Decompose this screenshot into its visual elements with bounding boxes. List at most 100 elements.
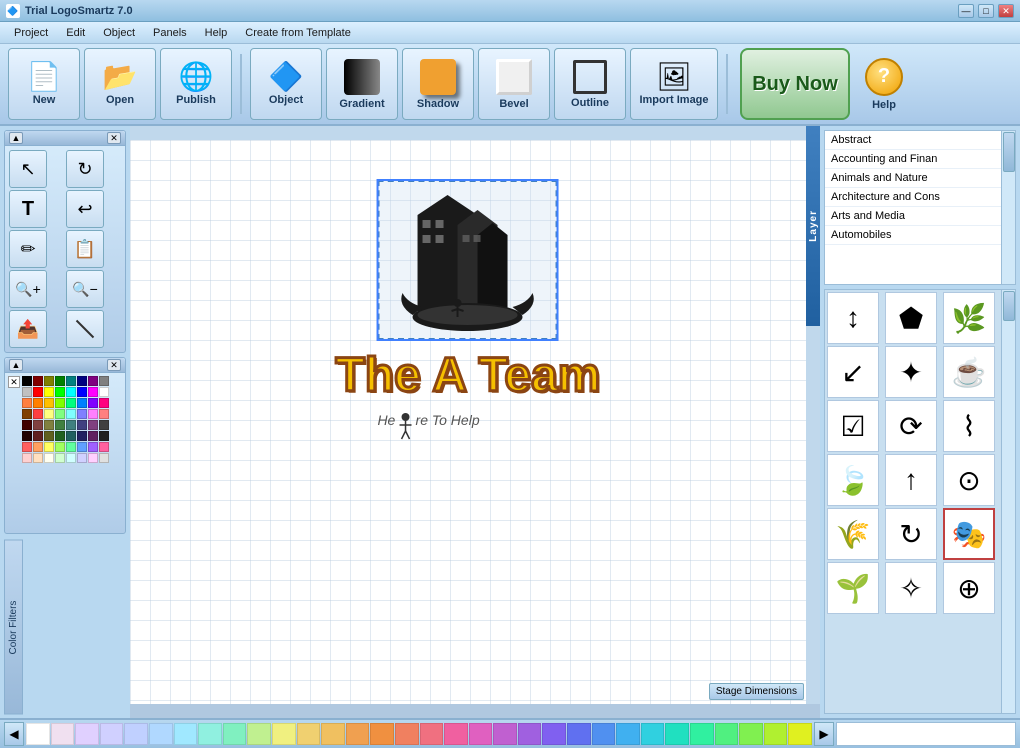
toolbar-shadow-button[interactable]: Shadow — [402, 48, 474, 120]
color-swatch[interactable] — [22, 398, 32, 408]
color-swatch[interactable] — [66, 431, 76, 441]
bottom-swatch-9[interactable] — [247, 723, 271, 745]
color-swatch[interactable] — [88, 409, 98, 419]
color-swatch[interactable] — [22, 387, 32, 397]
color-swatch[interactable] — [22, 376, 32, 386]
color-swatch[interactable] — [44, 387, 54, 397]
tool-rotate[interactable]: ↻ — [66, 150, 104, 188]
color-swatch[interactable] — [99, 409, 109, 419]
tool-zoom-in[interactable]: 🔍+ — [9, 270, 47, 308]
color-swatch[interactable] — [44, 398, 54, 408]
tool-line[interactable] — [66, 310, 104, 348]
color-swatch[interactable] — [44, 376, 54, 386]
bottom-swatch-8[interactable] — [223, 723, 247, 745]
bottom-swatch-23[interactable] — [592, 723, 616, 745]
symbol-cell-17[interactable]: ⊕ — [943, 562, 995, 614]
symbol-cell-11[interactable]: ⊙ — [943, 454, 995, 506]
color-swatch[interactable] — [88, 431, 98, 441]
symbol-cell-7[interactable]: ⟳ — [885, 400, 937, 452]
symbol-scrollbar-thumb[interactable] — [1003, 291, 1015, 321]
symbol-cell-2[interactable]: 🌿 — [943, 292, 995, 344]
color-swatch[interactable] — [77, 387, 87, 397]
color-swatch[interactable] — [55, 376, 65, 386]
bottom-swatch-30[interactable] — [764, 723, 788, 745]
color-swatch[interactable] — [66, 398, 76, 408]
menu-edit[interactable]: Edit — [58, 25, 93, 41]
color-swatch[interactable] — [33, 398, 43, 408]
close-button[interactable]: ✕ — [998, 4, 1014, 18]
bottom-swatch-15[interactable] — [395, 723, 419, 745]
color-swatch[interactable] — [44, 453, 54, 463]
category-item-0[interactable]: Abstract — [825, 131, 1015, 150]
color-swatch[interactable] — [77, 376, 87, 386]
bottom-swatch-5[interactable] — [149, 723, 173, 745]
bottom-swatch-1[interactable] — [51, 723, 75, 745]
bottom-swatch-21[interactable] — [542, 723, 566, 745]
buy-now-button[interactable]: Buy Now — [740, 48, 850, 120]
bottom-swatch-10[interactable] — [272, 723, 296, 745]
symbol-cell-5[interactable]: ☕ — [943, 346, 995, 398]
color-swatch[interactable] — [99, 453, 109, 463]
color-swatch[interactable] — [33, 420, 43, 430]
toolbar-bevel-button[interactable]: Bevel — [478, 48, 550, 120]
bottom-swatch-17[interactable] — [444, 723, 468, 745]
color-swatch[interactable] — [55, 442, 65, 452]
bottom-swatch-25[interactable] — [641, 723, 665, 745]
tools-collapse-button[interactable]: ▲ — [9, 132, 23, 144]
tool-text[interactable]: T — [9, 190, 47, 228]
symbol-cell-15[interactable]: 🌱 — [827, 562, 879, 614]
toolbar-import-image-button[interactable]: 🖼 Import Image — [630, 48, 718, 120]
stage-dimensions-button[interactable]: Stage Dimensions — [709, 683, 804, 700]
menu-help[interactable]: Help — [197, 25, 236, 41]
color-swatch[interactable] — [33, 442, 43, 452]
color-swatch[interactable] — [66, 387, 76, 397]
color-swatch[interactable] — [55, 420, 65, 430]
color-swatch[interactable] — [22, 442, 32, 452]
color-swatch[interactable] — [44, 420, 54, 430]
color-collapse-button[interactable]: ▲ — [9, 359, 23, 371]
bottom-scroll-left-button[interactable]: ◀ — [4, 722, 24, 746]
symbol-cell-16[interactable]: ✧ — [885, 562, 937, 614]
bottom-swatch-14[interactable] — [370, 723, 394, 745]
bottom-swatch-13[interactable] — [346, 723, 370, 745]
color-swatch[interactable] — [55, 387, 65, 397]
bottom-swatch-6[interactable] — [174, 723, 198, 745]
color-swatch[interactable] — [55, 431, 65, 441]
symbol-cell-6[interactable]: ☑ — [827, 400, 879, 452]
color-swatch[interactable] — [99, 420, 109, 430]
symbol-cell-8[interactable]: ⌇ — [943, 400, 995, 452]
symbol-cell-1[interactable]: ⬟ — [885, 292, 937, 344]
color-swatch[interactable] — [77, 431, 87, 441]
bottom-swatch-20[interactable] — [518, 723, 542, 745]
color-swatch[interactable] — [55, 409, 65, 419]
toolbar-outline-button[interactable]: Outline — [554, 48, 626, 120]
canvas-scrollbar-bottom[interactable] — [130, 704, 820, 718]
color-swatch[interactable] — [66, 453, 76, 463]
color-swatch[interactable] — [22, 453, 32, 463]
bottom-swatch-24[interactable] — [616, 723, 640, 745]
color-swatch[interactable] — [99, 387, 109, 397]
color-swatch[interactable] — [22, 409, 32, 419]
layer-tab[interactable]: Layer — [806, 126, 820, 326]
bottom-swatch-4[interactable] — [124, 723, 148, 745]
color-swatch[interactable] — [66, 409, 76, 419]
tool-layers[interactable]: 📋 — [66, 230, 104, 268]
color-swatch[interactable] — [33, 431, 43, 441]
symbol-cell-9[interactable]: 🍃 — [827, 454, 879, 506]
symbol-cell-10[interactable]: ↑ — [885, 454, 937, 506]
color-swatch[interactable] — [33, 453, 43, 463]
category-item-5[interactable]: Automobiles — [825, 226, 1015, 245]
no-color-swatch[interactable]: ✕ — [8, 376, 20, 388]
bottom-swatch-0[interactable] — [26, 723, 50, 745]
bottom-swatch-31[interactable] — [788, 723, 812, 745]
tool-zoom-out[interactable]: 🔍− — [66, 270, 104, 308]
bottom-swatch-18[interactable] — [469, 723, 493, 745]
menu-panels[interactable]: Panels — [145, 25, 195, 41]
color-swatch[interactable] — [88, 398, 98, 408]
tool-paint[interactable]: ✏ — [9, 230, 47, 268]
color-swatch[interactable] — [88, 453, 98, 463]
symbol-cell-3[interactable]: ↙ — [827, 346, 879, 398]
category-item-4[interactable]: Arts and Media — [825, 207, 1015, 226]
menu-object[interactable]: Object — [95, 25, 143, 41]
tool-export[interactable]: 📤 — [9, 310, 47, 348]
